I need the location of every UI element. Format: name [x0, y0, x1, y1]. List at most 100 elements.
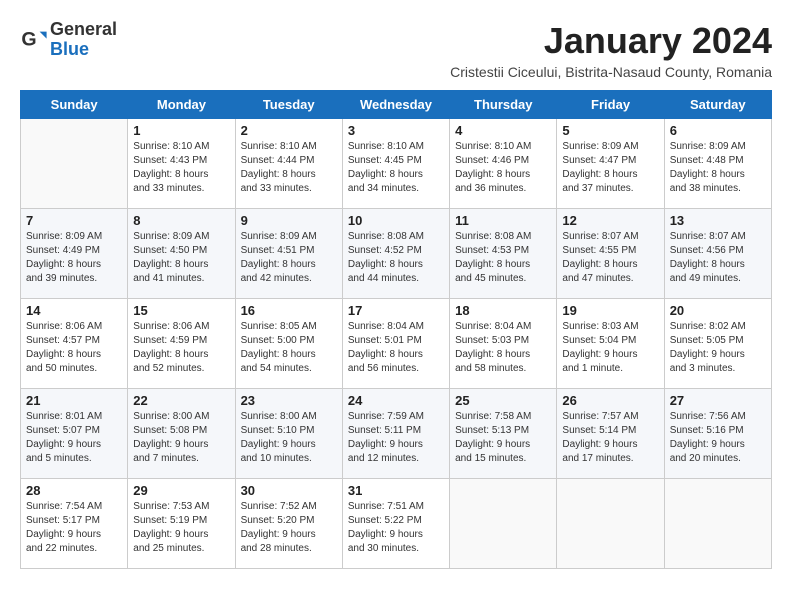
calendar-cell: 1Sunrise: 8:10 AM Sunset: 4:43 PM Daylig…: [128, 119, 235, 209]
calendar-cell: 15 Sunrise: 8:06 AM Sunset: 4:59 PM Dayli…: [128, 299, 235, 389]
day-info: Sunrise: 8:10 AM Sunset: 4:44 PM Dayligh…: [241, 140, 337, 196]
logo-text: General Blue: [50, 20, 117, 60]
day-number: 17: [348, 303, 444, 318]
calendar-week-row: 28Sunrise: 7:54 AM Sunset: 5:17 PM Dayli…: [21, 479, 772, 569]
day-info: Sunrise: 8:07 AM Sunset: 4:55 PM Dayligh…: [562, 230, 658, 286]
calendar-cell: 3Sunrise: 8:10 AM Sunset: 4:45 PM Daylig…: [342, 119, 449, 209]
weekday-header: Saturday: [664, 91, 771, 119]
day-info: Sunrise: 8:02 AM Sunset: 5:05 PM Dayligh…: [670, 320, 766, 376]
calendar-cell: 28Sunrise: 7:54 AM Sunset: 5:17 PM Dayli…: [21, 479, 128, 569]
day-info: Sunrise: 8:07 AM Sunset: 4:56 PM Dayligh…: [670, 230, 766, 286]
day-number: 20: [670, 303, 766, 318]
day-info: Sunrise: 8:05 AM Sunset: 5:00 PM Dayligh…: [241, 320, 337, 376]
day-number: 26: [562, 393, 658, 408]
calendar-cell: [21, 119, 128, 209]
calendar-cell: 8 Sunrise: 8:09 AM Sunset: 4:50 PM Daylig…: [128, 209, 235, 299]
day-info: Sunrise: 8:08 AM Sunset: 4:52 PM Dayligh…: [348, 230, 444, 286]
weekday-header: Wednesday: [342, 91, 449, 119]
day-info: Sunrise: 8:03 AM Sunset: 5:04 PM Dayligh…: [562, 320, 658, 376]
calendar-cell: 23 Sunrise: 8:00 AM Sunset: 5:10 PM Dayli…: [235, 389, 342, 479]
calendar-cell: 27Sunrise: 7:56 AM Sunset: 5:16 PM Dayli…: [664, 389, 771, 479]
day-number: 21: [26, 393, 122, 408]
calendar-cell: 2 Sunrise: 8:10 AM Sunset: 4:44 PM Daylig…: [235, 119, 342, 209]
page-header: G General Blue January 2024 Cristestii C…: [20, 20, 772, 80]
weekday-header: Friday: [557, 91, 664, 119]
day-info: Sunrise: 8:01 AM Sunset: 5:07 PM Dayligh…: [26, 410, 122, 466]
day-number: 13: [670, 213, 766, 228]
day-info: Sunrise: 8:08 AM Sunset: 4:53 PM Dayligh…: [455, 230, 551, 286]
day-info: Sunrise: 7:57 AM Sunset: 5:14 PM Dayligh…: [562, 410, 658, 466]
calendar-week-row: 1Sunrise: 8:10 AM Sunset: 4:43 PM Daylig…: [21, 119, 772, 209]
day-number: 6: [670, 123, 766, 138]
day-info: Sunrise: 8:06 AM Sunset: 4:59 PM Dayligh…: [133, 320, 229, 376]
calendar-cell: 18Sunrise: 8:04 AM Sunset: 5:03 PM Dayli…: [450, 299, 557, 389]
day-info: Sunrise: 7:52 AM Sunset: 5:20 PM Dayligh…: [241, 500, 337, 556]
calendar-cell: 17 Sunrise: 8:04 AM Sunset: 5:01 PM Dayli…: [342, 299, 449, 389]
day-number: 22: [133, 393, 229, 408]
day-number: 15: [133, 303, 229, 318]
calendar-cell: 29Sunrise: 7:53 AM Sunset: 5:19 PM Dayli…: [128, 479, 235, 569]
calendar-header: SundayMondayTuesdayWednesdayThursdayFrid…: [21, 91, 772, 119]
day-number: 14: [26, 303, 122, 318]
calendar-cell: 25Sunrise: 7:58 AM Sunset: 5:13 PM Dayli…: [450, 389, 557, 479]
logo: G General Blue: [20, 20, 117, 60]
calendar-cell: 30 Sunrise: 7:52 AM Sunset: 5:20 PM Dayli…: [235, 479, 342, 569]
day-number: 19: [562, 303, 658, 318]
day-info: Sunrise: 8:09 AM Sunset: 4:50 PM Dayligh…: [133, 230, 229, 286]
calendar-cell: 31Sunrise: 7:51 AM Sunset: 5:22 PM Dayli…: [342, 479, 449, 569]
title-block: January 2024 Cristestii Ciceului, Bistri…: [450, 20, 772, 80]
day-info: Sunrise: 8:09 AM Sunset: 4:51 PM Dayligh…: [241, 230, 337, 286]
calendar-cell: 19 Sunrise: 8:03 AM Sunset: 5:04 PM Dayli…: [557, 299, 664, 389]
calendar-cell: [450, 479, 557, 569]
svg-text:G: G: [21, 28, 36, 50]
calendar-cell: 10Sunrise: 8:08 AM Sunset: 4:52 PM Dayli…: [342, 209, 449, 299]
day-info: Sunrise: 8:04 AM Sunset: 5:01 PM Dayligh…: [348, 320, 444, 376]
day-number: 30: [241, 483, 337, 498]
weekday-header: Thursday: [450, 91, 557, 119]
calendar-cell: [557, 479, 664, 569]
calendar-cell: 9Sunrise: 8:09 AM Sunset: 4:51 PM Daylig…: [235, 209, 342, 299]
calendar-body: 1Sunrise: 8:10 AM Sunset: 4:43 PM Daylig…: [21, 119, 772, 569]
day-info: Sunrise: 8:00 AM Sunset: 5:08 PM Dayligh…: [133, 410, 229, 466]
calendar-table: SundayMondayTuesdayWednesdayThursdayFrid…: [20, 90, 772, 569]
calendar-cell: 5Sunrise: 8:09 AM Sunset: 4:47 PM Daylig…: [557, 119, 664, 209]
calendar-cell: 22 Sunrise: 8:00 AM Sunset: 5:08 PM Dayli…: [128, 389, 235, 479]
calendar-cell: 24Sunrise: 7:59 AM Sunset: 5:11 PM Dayli…: [342, 389, 449, 479]
day-number: 23: [241, 393, 337, 408]
weekday-header: Tuesday: [235, 91, 342, 119]
day-info: Sunrise: 8:09 AM Sunset: 4:47 PM Dayligh…: [562, 140, 658, 196]
day-number: 2: [241, 123, 337, 138]
calendar-title: January 2024: [450, 20, 772, 62]
weekday-row: SundayMondayTuesdayWednesdayThursdayFrid…: [21, 91, 772, 119]
calendar-cell: 11Sunrise: 8:08 AM Sunset: 4:53 PM Dayli…: [450, 209, 557, 299]
day-number: 3: [348, 123, 444, 138]
day-info: Sunrise: 8:09 AM Sunset: 4:49 PM Dayligh…: [26, 230, 122, 286]
calendar-cell: 12 Sunrise: 8:07 AM Sunset: 4:55 PM Dayli…: [557, 209, 664, 299]
day-number: 4: [455, 123, 551, 138]
day-number: 12: [562, 213, 658, 228]
calendar-cell: 13 Sunrise: 8:07 AM Sunset: 4:56 PM Dayli…: [664, 209, 771, 299]
calendar-cell: 16 Sunrise: 8:05 AM Sunset: 5:00 PM Dayli…: [235, 299, 342, 389]
day-info: Sunrise: 7:51 AM Sunset: 5:22 PM Dayligh…: [348, 500, 444, 556]
logo-icon: G: [20, 26, 48, 54]
calendar-week-row: 14Sunrise: 8:06 AM Sunset: 4:57 PM Dayli…: [21, 299, 772, 389]
calendar-week-row: 21 Sunrise: 8:01 AM Sunset: 5:07 PM Dayli…: [21, 389, 772, 479]
day-number: 8: [133, 213, 229, 228]
day-number: 16: [241, 303, 337, 318]
day-number: 28: [26, 483, 122, 498]
day-number: 7: [26, 213, 122, 228]
day-info: Sunrise: 8:10 AM Sunset: 4:46 PM Dayligh…: [455, 140, 551, 196]
calendar-cell: 7 Sunrise: 8:09 AM Sunset: 4:49 PM Daylig…: [21, 209, 128, 299]
day-info: Sunrise: 7:58 AM Sunset: 5:13 PM Dayligh…: [455, 410, 551, 466]
weekday-header: Sunday: [21, 91, 128, 119]
calendar-cell: 26 Sunrise: 7:57 AM Sunset: 5:14 PM Dayli…: [557, 389, 664, 479]
calendar-subtitle: Cristestii Ciceului, Bistrita-Nasaud Cou…: [450, 64, 772, 80]
calendar-week-row: 7 Sunrise: 8:09 AM Sunset: 4:49 PM Daylig…: [21, 209, 772, 299]
day-info: Sunrise: 8:00 AM Sunset: 5:10 PM Dayligh…: [241, 410, 337, 466]
calendar-cell: 6Sunrise: 8:09 AM Sunset: 4:48 PM Daylig…: [664, 119, 771, 209]
day-number: 18: [455, 303, 551, 318]
day-number: 29: [133, 483, 229, 498]
day-number: 1: [133, 123, 229, 138]
calendar-cell: 21 Sunrise: 8:01 AM Sunset: 5:07 PM Dayli…: [21, 389, 128, 479]
day-info: Sunrise: 7:56 AM Sunset: 5:16 PM Dayligh…: [670, 410, 766, 466]
